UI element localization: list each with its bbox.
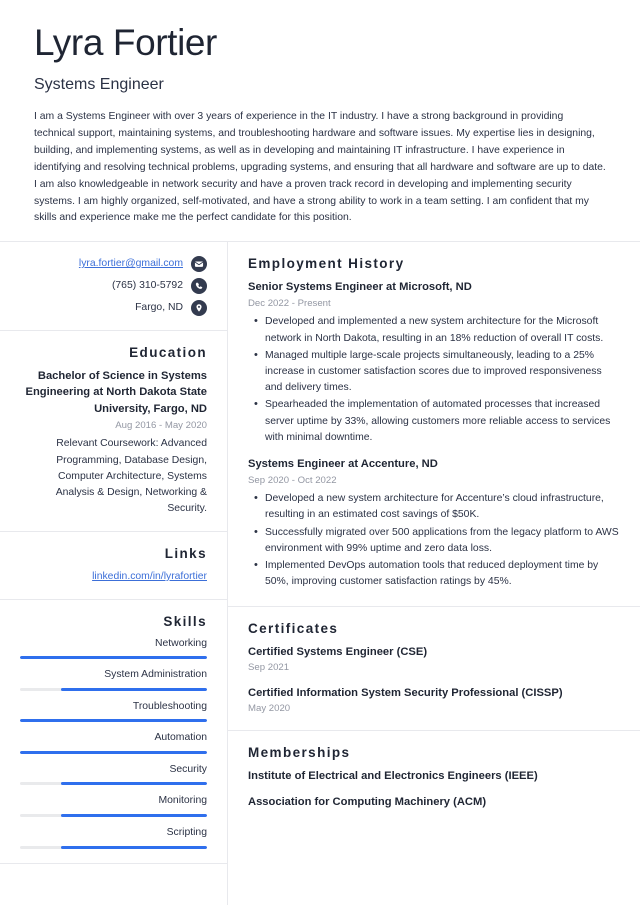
phone-icon (191, 278, 207, 295)
main-spacer (228, 825, 640, 905)
skill-bar-fill (61, 782, 207, 786)
skill-bar-fill (20, 719, 207, 723)
resume-header: Lyra Fortier Systems Engineer I am a Sys… (0, 0, 640, 241)
skill-item: Monitoring (20, 794, 207, 817)
resume-page: Lyra Fortier Systems Engineer I am a Sys… (0, 0, 640, 905)
skill-bar-fill (61, 687, 207, 691)
skill-name: Troubleshooting (132, 700, 207, 712)
links-section: Links linkedin.com/in/lyrafortier (0, 532, 227, 600)
page-title: Lyra Fortier (34, 22, 217, 63)
link-item-linkedin[interactable]: linkedin.com/in/lyrafortier (20, 569, 207, 585)
employment-title: Systems Engineer at Accenture, ND (248, 458, 438, 471)
skills-section: Skills Networking System Administration Tr… (0, 600, 227, 864)
membership-entry: Institute of Electrical and Electronics … (248, 769, 620, 785)
skill-bar-track (20, 719, 207, 723)
skills-heading: Skills (163, 613, 207, 629)
skill-bar-fill (61, 813, 207, 817)
employment-section: Employment History Senior Systems Engine… (228, 242, 640, 607)
employment-date: Dec 2022 - Present (248, 297, 331, 309)
phone-text: (765) 310-5792 (111, 279, 183, 291)
certificates-heading: Certificates (248, 620, 339, 636)
membership-title: Association for Computing Machinery (ACM… (248, 796, 487, 809)
skill-name: Scripting (166, 826, 207, 838)
certificate-date: Sep 2021 (248, 662, 290, 674)
email-text[interactable]: lyra.fortier@gmail.com (79, 257, 183, 272)
skill-bar-track (20, 813, 207, 817)
skill-name: System Administration (104, 669, 207, 681)
skill-item: Scripting (20, 826, 207, 849)
contact-row-location[interactable]: Fargo, ND (20, 300, 207, 317)
skill-item: Troubleshooting (20, 700, 207, 723)
envelope-icon (191, 256, 207, 273)
certificates-section: Certificates Certified Systems Engineer … (228, 607, 640, 731)
certificate-date: May 2020 (248, 703, 291, 715)
links-heading: Links (164, 546, 207, 561)
memberships-section: Memberships Institute of Electrical and … (228, 731, 640, 825)
bullet-item: Implemented DevOps automation tools that… (254, 557, 620, 590)
skill-name: Networking (155, 637, 207, 649)
certificate-entry: Certified Information System Security Pr… (248, 686, 620, 716)
employment-entry: Senior Systems Engineer at Microsoft, ND… (248, 280, 620, 446)
membership-title: Institute of Electrical and Electronics … (248, 769, 538, 782)
employment-heading: Employment History (248, 256, 405, 272)
skill-bar-track (20, 750, 207, 754)
skill-item: Security (20, 763, 207, 786)
education-description: Relevant Coursework: Advanced Programmin… (55, 438, 207, 514)
contact-section: lyra.fortier@gmail.com (765) 310-5792 Fa… (0, 242, 227, 332)
sidebar: lyra.fortier@gmail.com (765) 310-5792 Fa… (0, 242, 228, 905)
education-degree: Bachelor of Science in Systems Engineeri… (25, 370, 207, 415)
membership-entry: Association for Computing Machinery (ACM… (248, 795, 620, 811)
skill-bar-fill (20, 656, 207, 660)
skill-item: System Administration (20, 668, 207, 691)
resume-body: lyra.fortier@gmail.com (765) 310-5792 Fa… (0, 242, 640, 905)
contact-row-phone[interactable]: (765) 310-5792 (20, 278, 207, 295)
certificate-title: Certified Information System Security Pr… (248, 686, 563, 699)
education-heading: Education (129, 345, 207, 361)
bullet-item: Developed and implemented a new system a… (254, 313, 620, 346)
bullet-item: Developed a new system architecture for … (254, 490, 620, 523)
bullet-item: Spearheaded the implementation of automa… (254, 396, 620, 446)
skill-item: Networking (20, 637, 207, 660)
skills-list: Networking System Administration Troublesh… (20, 637, 207, 849)
employment-entry: Systems Engineer at Accenture, ND Sep 20… (248, 457, 620, 590)
profile-summary: I am a Systems Engineer with over 3 year… (34, 111, 606, 224)
main-column: Employment History Senior Systems Engine… (228, 242, 640, 905)
skill-item: Automation (20, 731, 207, 754)
location-pin-icon (191, 300, 207, 317)
skill-name: Monitoring (158, 795, 207, 807)
contact-row-email[interactable]: lyra.fortier@gmail.com (20, 256, 207, 273)
certificate-title: Certified Systems Engineer (CSE) (248, 645, 428, 658)
skill-bar-track (20, 656, 207, 660)
skill-bar-track (20, 845, 207, 849)
certificate-entry: Certified Systems Engineer (CSE) Sep 202… (248, 645, 620, 675)
employment-bullets: Developed a new system architecture for … (248, 490, 620, 590)
skill-name: Automation (154, 732, 207, 744)
skill-bar-fill (61, 845, 207, 849)
skill-bar-fill (20, 750, 207, 754)
education-section: Education Bachelor of Science in Systems… (0, 331, 227, 532)
employment-title: Senior Systems Engineer at Microsoft, ND (248, 281, 472, 294)
employment-date: Sep 2020 - Oct 2022 (248, 474, 337, 486)
skill-bar-track (20, 782, 207, 786)
education-entry: Bachelor of Science in Systems Engineeri… (20, 368, 207, 517)
memberships-heading: Memberships (248, 744, 351, 760)
skill-name: Security (169, 763, 207, 775)
employment-bullets: Developed and implemented a new system a… (248, 313, 620, 446)
location-text: Fargo, ND (135, 301, 183, 313)
skill-bar-track (20, 687, 207, 691)
job-title: Systems Engineer (34, 75, 164, 93)
education-date: Aug 2016 - May 2020 (115, 419, 207, 431)
bullet-item: Successfully migrated over 500 applicati… (254, 524, 620, 557)
bullet-item: Managed multiple large-scale projects si… (254, 347, 620, 397)
